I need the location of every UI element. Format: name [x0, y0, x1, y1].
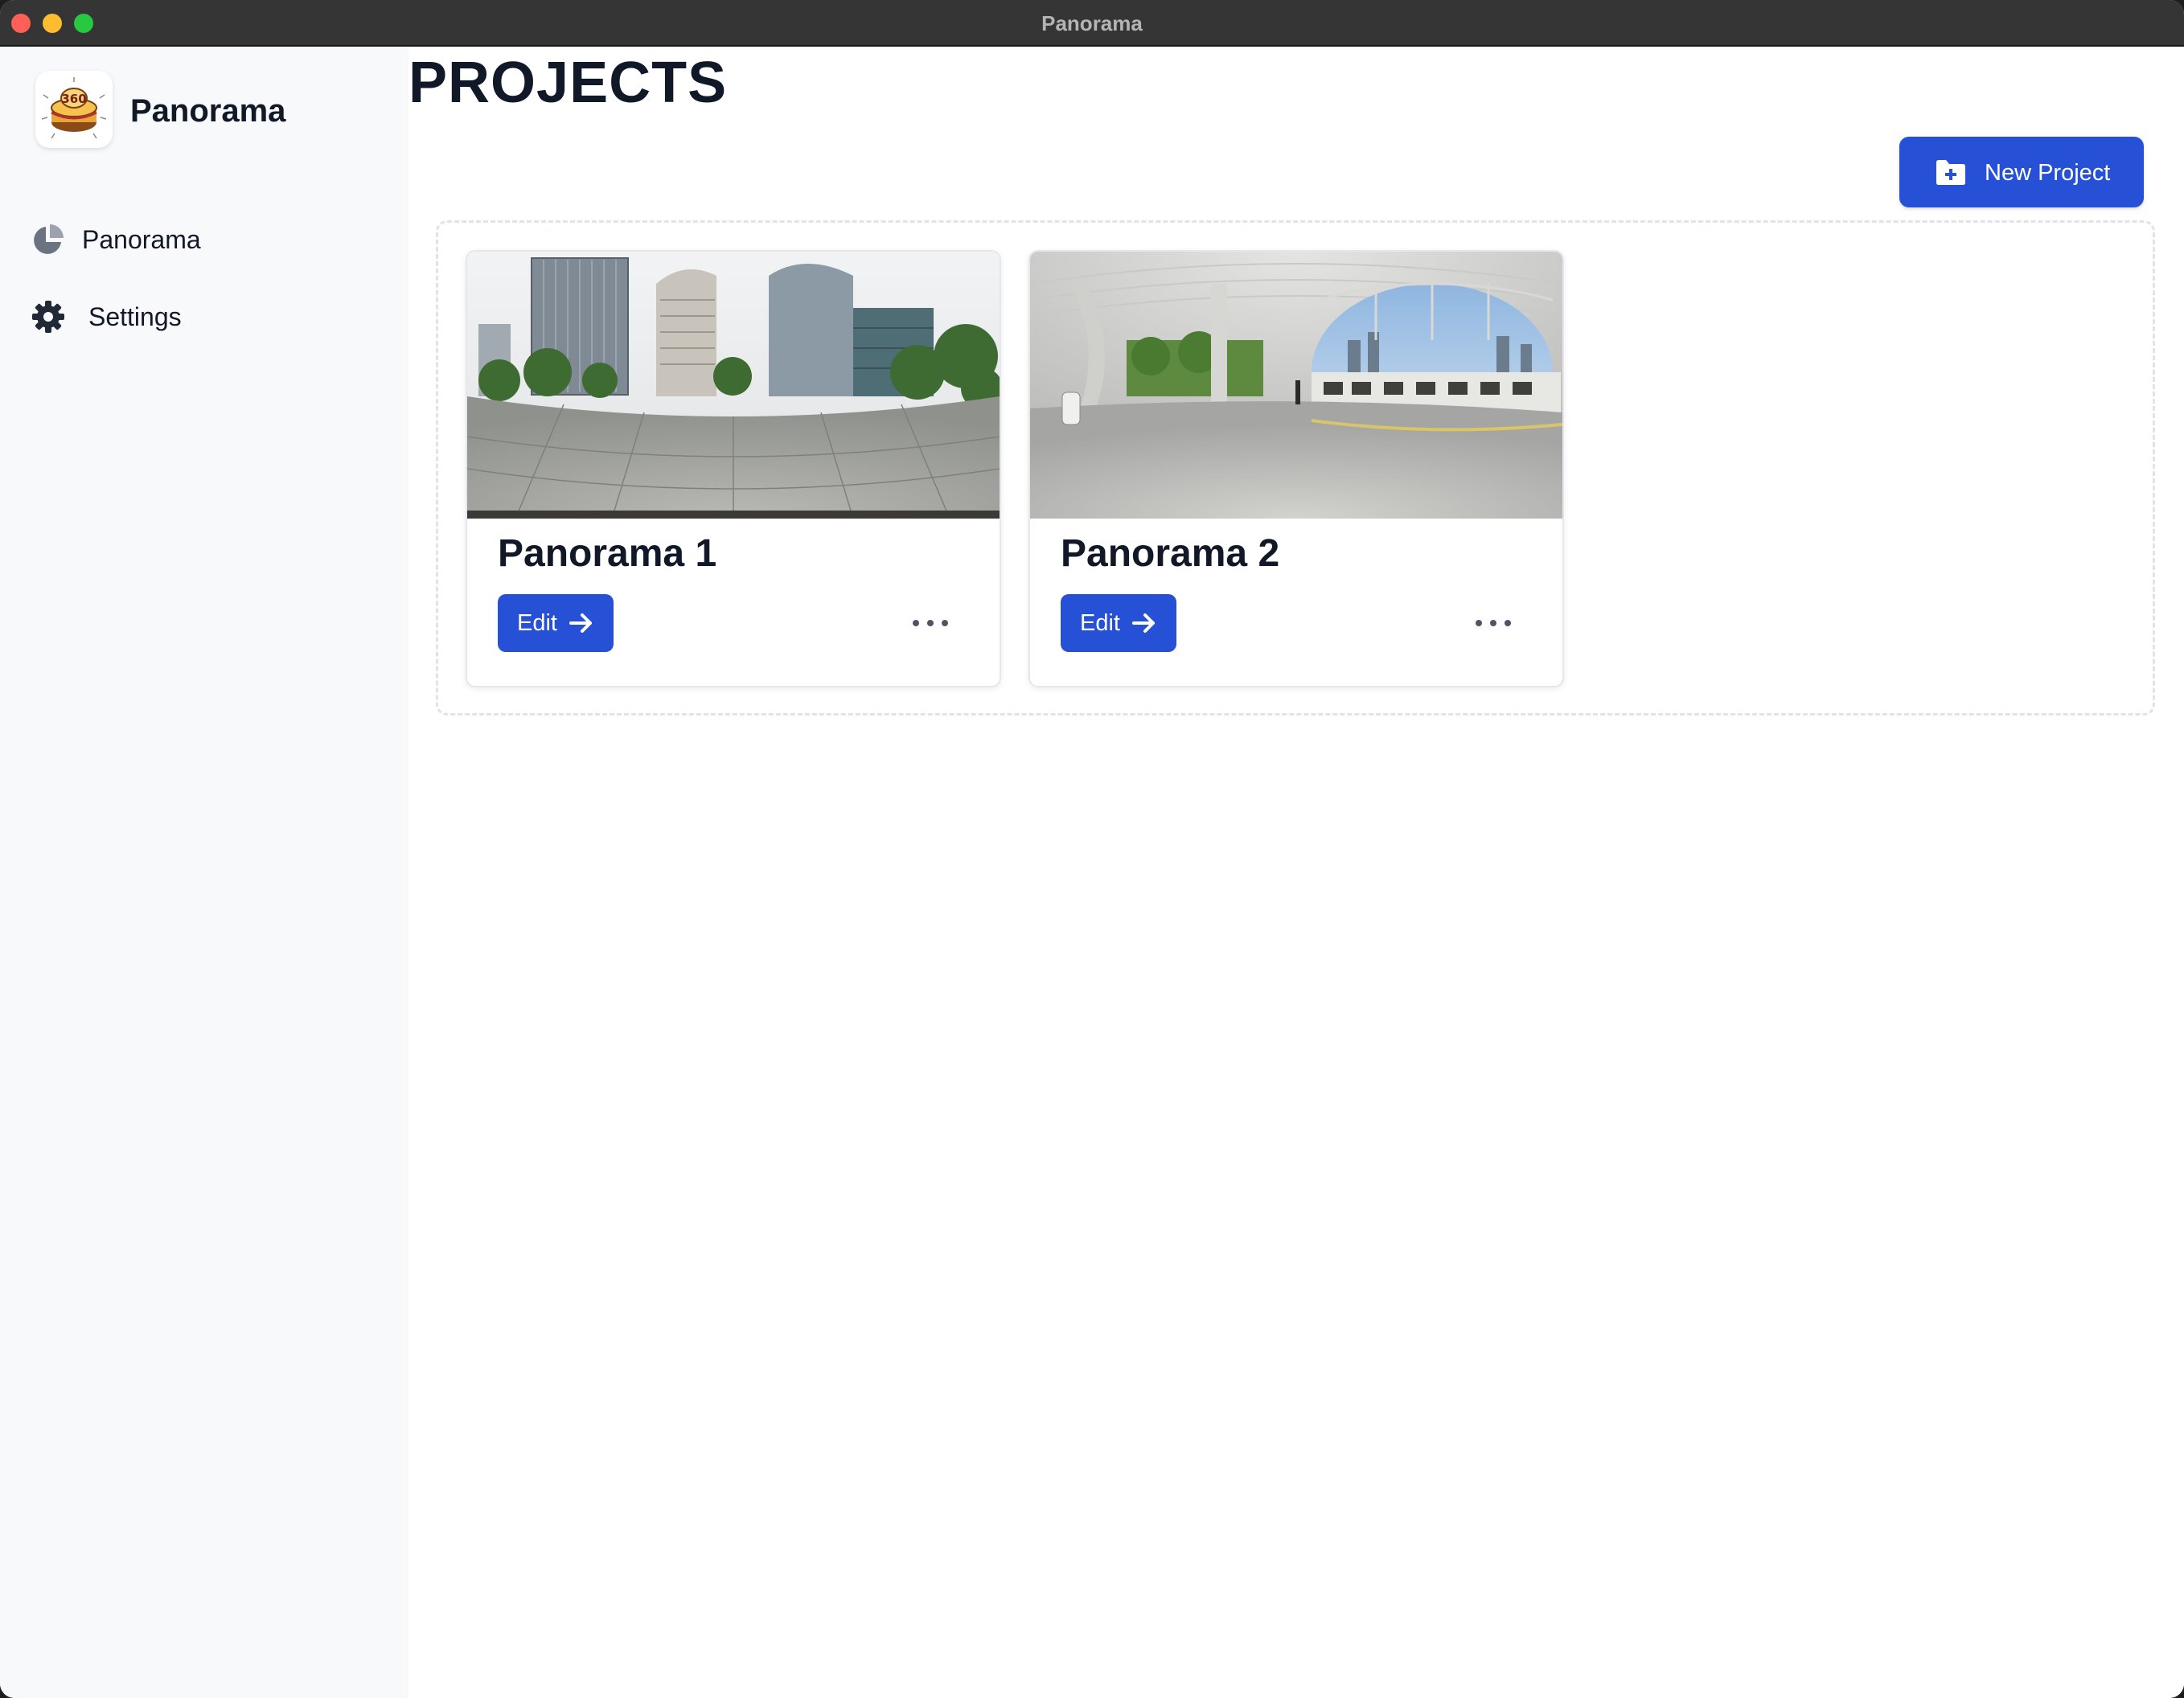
edit-button[interactable]: Edit [498, 594, 614, 652]
project-thumbnail [467, 252, 1000, 519]
folder-plus-icon [1936, 160, 1965, 185]
sidebar: 360 Panorama Panorama Settings [0, 47, 408, 1698]
app-window: Panorama 360 Panorama Panorama Settings … [0, 0, 2184, 1698]
project-thumbnail [1030, 252, 1562, 519]
sidebar-item-label: Panorama [82, 225, 201, 254]
edit-button[interactable]: Edit [1061, 594, 1176, 652]
main-content: PROJECTS New Project Panorama 1 Edit Pan… [408, 47, 2184, 1698]
sidebar-item-label: Settings [88, 302, 182, 331]
panorama-logo-icon: 360 [41, 77, 107, 139]
svg-text:360: 360 [61, 92, 86, 106]
arrow-right-icon [1132, 613, 1155, 633]
arrow-right-icon [569, 613, 592, 633]
sidebar-item-panorama[interactable]: Panorama [27, 212, 381, 269]
more-options-icon[interactable] [1469, 607, 1517, 639]
gear-icon [32, 301, 64, 333]
app-logo: 360 [35, 71, 113, 148]
app-name: Panorama [130, 93, 286, 129]
title-bar: Panorama [0, 0, 2184, 47]
project-card[interactable]: Panorama 1 Edit [466, 250, 1001, 687]
edit-label: Edit [1080, 610, 1120, 636]
more-options-icon[interactable] [906, 607, 954, 639]
new-project-label: New Project [1985, 160, 2111, 186]
project-title: Panorama 2 [1061, 532, 1280, 575]
sidebar-item-settings[interactable]: Settings [27, 289, 381, 346]
project-title: Panorama 1 [498, 532, 717, 575]
projects-grid: Panorama 1 Edit Panorama 2 Edit [436, 220, 2155, 716]
window-title: Panorama [1041, 11, 1143, 35]
new-project-button[interactable]: New Project [1899, 137, 2144, 207]
page-title: PROJECTS [408, 51, 728, 115]
project-card[interactable]: Panorama 2 Edit [1028, 250, 1564, 687]
pie-chart-icon [34, 224, 64, 254]
edit-label: Edit [517, 610, 557, 636]
